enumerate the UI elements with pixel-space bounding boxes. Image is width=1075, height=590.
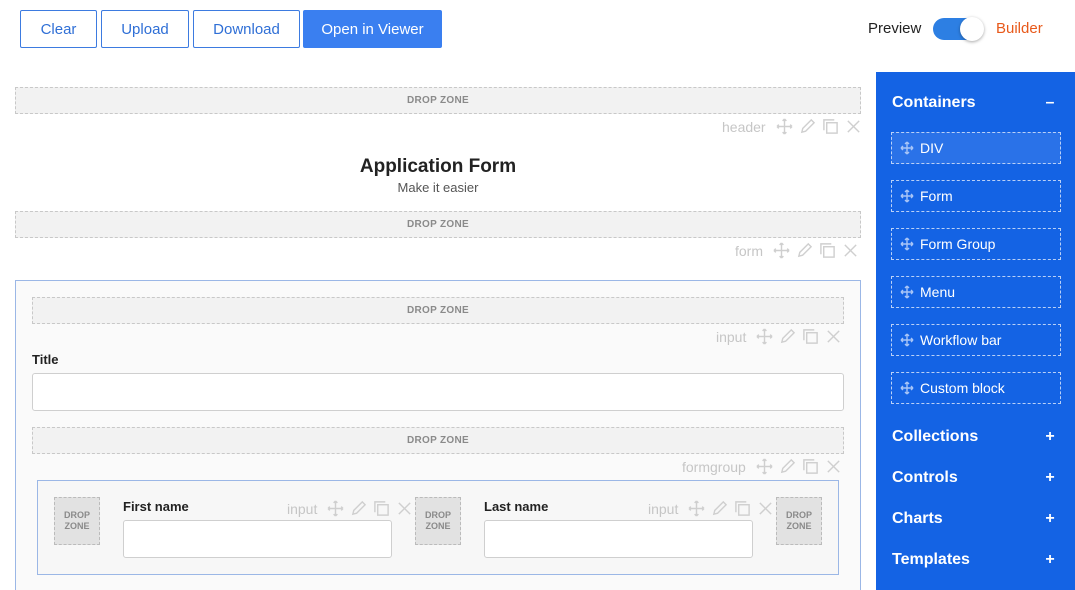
first-name-tools: input xyxy=(287,500,413,517)
close-icon[interactable] xyxy=(842,242,859,259)
tag-label: form xyxy=(735,242,763,259)
title-label: Title xyxy=(32,352,59,367)
expand-icon[interactable]: + xyxy=(1043,551,1057,569)
drop-zone-form[interactable]: DROP ZONE xyxy=(15,211,861,238)
close-icon[interactable] xyxy=(396,500,413,517)
expand-icon[interactable]: + xyxy=(1043,469,1057,487)
sidebar-item-label: Form xyxy=(920,188,953,204)
first-name-label: First name xyxy=(123,499,189,514)
drop-zone-text: DROP xyxy=(424,510,451,520)
expand-icon[interactable]: + xyxy=(1043,428,1057,446)
sidebar-item-form[interactable]: Form xyxy=(891,180,1061,212)
collections-title: Collections xyxy=(892,428,979,445)
copy-icon[interactable] xyxy=(802,328,819,345)
edit-icon[interactable] xyxy=(799,118,816,135)
tag-label: formgroup xyxy=(682,458,746,475)
toggle-knob xyxy=(960,17,984,41)
move-icon xyxy=(900,237,914,251)
form-title: Application Form xyxy=(359,156,517,177)
copy-icon[interactable] xyxy=(822,118,839,135)
last-name-label: Last name xyxy=(484,499,549,514)
sidebar-item-label: Form Group xyxy=(920,236,996,252)
drop-zone-header[interactable]: DROP ZONE xyxy=(15,87,861,114)
move-icon xyxy=(900,285,914,299)
move-icon[interactable] xyxy=(776,118,793,135)
close-icon[interactable] xyxy=(757,500,774,517)
drop-zone-text: DROP xyxy=(785,510,812,520)
first-name-input[interactable] xyxy=(123,520,392,558)
charts-section-header[interactable]: Charts + xyxy=(892,510,1057,528)
last-name-input[interactable] xyxy=(484,520,753,558)
tag-label: input xyxy=(648,500,679,517)
form-tools: form xyxy=(735,242,859,259)
move-icon[interactable] xyxy=(756,458,773,475)
upload-button[interactable]: Upload xyxy=(101,10,189,48)
edit-icon[interactable] xyxy=(779,328,796,345)
sidebar-item-label: DIV xyxy=(920,140,944,156)
move-icon xyxy=(900,141,914,155)
drop-zone-group-right[interactable]: DROP ZONE xyxy=(776,497,822,545)
containers-section-header[interactable]: Containers – xyxy=(892,94,1057,112)
drop-zone-group-middle[interactable]: DROP ZONE xyxy=(415,497,461,545)
containers-title: Containers xyxy=(892,94,976,111)
clear-button[interactable]: Clear xyxy=(20,10,97,48)
copy-icon[interactable] xyxy=(734,500,751,517)
templates-title: Templates xyxy=(892,551,970,568)
drop-zone-formgroup[interactable]: DROP ZONE xyxy=(32,427,844,454)
component-sidebar: Containers – DIV Form Form Group Menu Wo… xyxy=(876,72,1075,590)
move-icon xyxy=(900,189,914,203)
copy-icon[interactable] xyxy=(373,500,390,517)
templates-section-header[interactable]: Templates + xyxy=(892,551,1057,569)
edit-icon[interactable] xyxy=(350,500,367,517)
tag-label: header xyxy=(722,118,766,135)
copy-icon[interactable] xyxy=(802,458,819,475)
tag-label: input xyxy=(287,500,318,517)
sidebar-item-label: Menu xyxy=(920,284,956,300)
collapse-icon[interactable]: – xyxy=(1043,94,1057,112)
move-icon[interactable] xyxy=(773,242,790,259)
charts-title: Charts xyxy=(892,510,943,527)
drop-zone-group-left[interactable]: DROP ZONE xyxy=(54,497,100,545)
builder-label: Builder xyxy=(996,20,1043,37)
sidebar-item-workflow-bar[interactable]: Workflow bar xyxy=(891,324,1061,356)
move-icon[interactable] xyxy=(327,500,344,517)
drop-zone-text: ZONE xyxy=(64,521,90,531)
download-button[interactable]: Download xyxy=(193,10,300,48)
move-icon xyxy=(900,381,914,395)
drop-zone-input[interactable]: DROP ZONE xyxy=(32,297,844,324)
copy-icon[interactable] xyxy=(819,242,836,259)
preview-label: Preview xyxy=(868,20,922,37)
controls-section-header[interactable]: Controls + xyxy=(892,469,1057,487)
edit-icon[interactable] xyxy=(796,242,813,259)
drop-zone-text: ZONE xyxy=(425,521,451,531)
controls-title: Controls xyxy=(892,469,958,486)
open-in-viewer-button[interactable]: Open in Viewer xyxy=(303,10,442,48)
close-icon[interactable] xyxy=(825,328,842,345)
tag-label: input xyxy=(716,328,747,345)
header-tools: header xyxy=(722,118,862,135)
sidebar-item-div[interactable]: DIV xyxy=(891,132,1061,164)
sidebar-item-menu[interactable]: Menu xyxy=(891,276,1061,308)
drop-zone-text: DROP xyxy=(63,510,90,520)
close-icon[interactable] xyxy=(845,118,862,135)
edit-icon[interactable] xyxy=(779,458,796,475)
formgroup-tools: formgroup xyxy=(682,458,842,475)
form-subtitle: Make it easier xyxy=(397,180,479,195)
sidebar-item-label: Custom block xyxy=(920,380,1005,396)
sidebar-item-form-group[interactable]: Form Group xyxy=(891,228,1061,260)
input-tools: input xyxy=(716,328,842,345)
move-icon xyxy=(900,333,914,347)
sidebar-item-label: Workflow bar xyxy=(920,332,1002,348)
edit-icon[interactable] xyxy=(711,500,728,517)
title-input[interactable] xyxy=(32,373,844,411)
last-name-tools: input xyxy=(648,500,774,517)
preview-builder-toggle[interactable] xyxy=(933,17,984,41)
close-icon[interactable] xyxy=(825,458,842,475)
expand-icon[interactable]: + xyxy=(1043,510,1057,528)
drop-zone-text: ZONE xyxy=(786,521,812,531)
move-icon[interactable] xyxy=(688,500,705,517)
move-icon[interactable] xyxy=(756,328,773,345)
collections-section-header[interactable]: Collections + xyxy=(892,428,1057,446)
sidebar-item-custom-block[interactable]: Custom block xyxy=(891,372,1061,404)
